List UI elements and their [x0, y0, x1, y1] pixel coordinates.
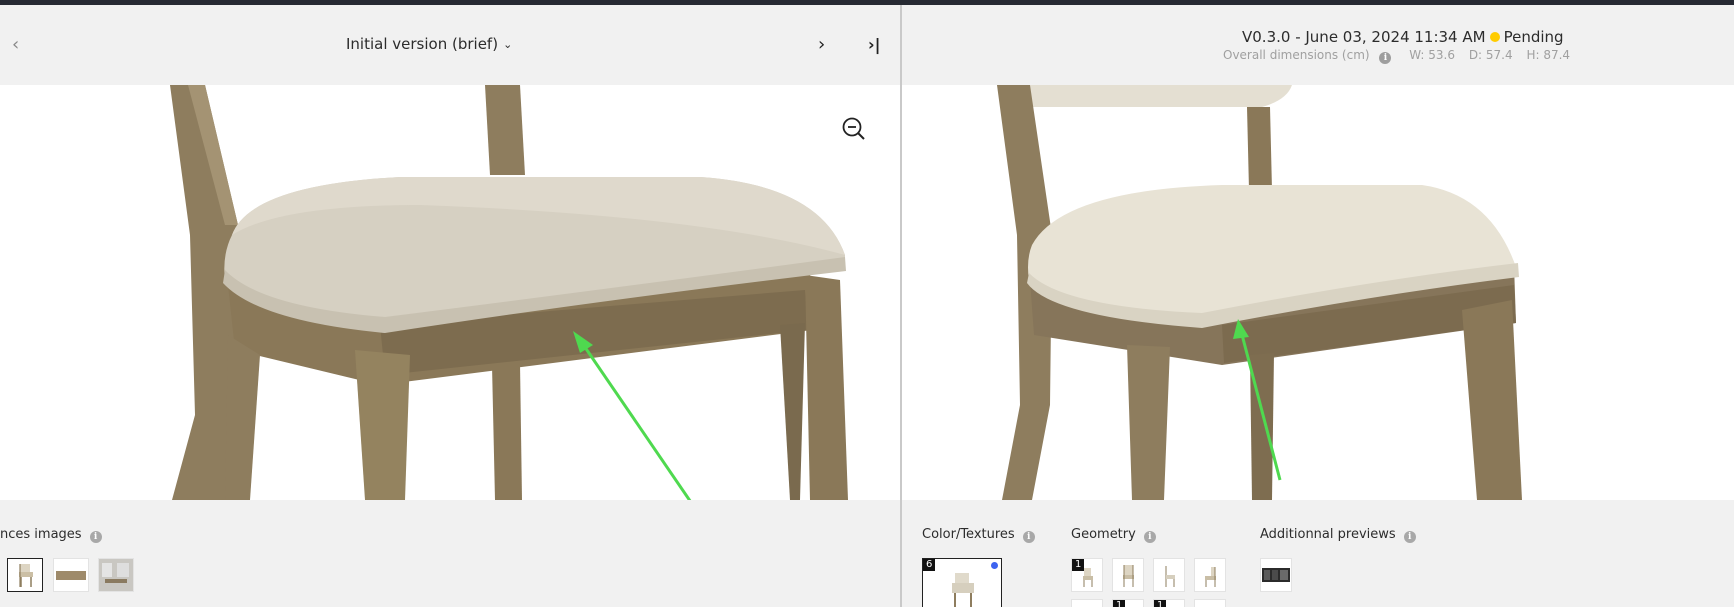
color-texture-thumbnail[interactable]: 6 — [922, 558, 1002, 607]
status-badge: Pending — [1503, 28, 1564, 46]
version-dropdown-label: Initial version (brief) — [346, 35, 499, 53]
version-text: V0.3.0 - June 03, 2024 11:34 AM — [1242, 28, 1486, 46]
color-count-badge: 6 — [923, 559, 936, 571]
selected-indicator — [991, 562, 998, 569]
zoom-out-icon[interactable] — [840, 115, 868, 143]
geometry-thumbnail[interactable] — [1194, 558, 1226, 592]
geometry-thumbnail[interactable] — [1194, 599, 1226, 607]
reference-thumbnail-chair[interactable] — [7, 558, 43, 592]
dimensions-label: Overall dimensions (cm) — [1223, 48, 1370, 62]
geometry-thumbnail[interactable] — [1153, 558, 1185, 592]
info-icon[interactable]: i — [89, 531, 102, 543]
status-dot — [1489, 32, 1500, 42]
geometry-badge: 1 — [1113, 600, 1126, 607]
info-icon[interactable]: i — [1022, 531, 1035, 543]
additional-previews-text: Additionnal previews — [1260, 527, 1396, 542]
color-textures-text: Color/Textures — [922, 527, 1015, 542]
right-comparison-pane: V0.3.0 - June 03, 2024 11:34 AM Pending O… — [902, 5, 1734, 607]
info-icon[interactable]: i — [1403, 531, 1416, 543]
geometry-text: Geometry — [1071, 527, 1136, 542]
skip-to-end-icon[interactable]: ›| — [868, 35, 880, 54]
left-comparison-pane: ‹ Initial version (brief) ⌄ › ›| nces im… — [0, 5, 900, 607]
info-icon[interactable]: i — [1379, 52, 1392, 64]
geometry-thumbnail[interactable] — [1112, 558, 1144, 592]
geometry-thumbnail[interactable]: 1 — [1153, 599, 1185, 607]
geometry-label: Geometry i — [1071, 527, 1156, 543]
dimensions-info: Overall dimensions (cm) i W: 53.6 D: 57.… — [1223, 48, 1570, 64]
geometry-thumbnail[interactable]: 1 — [1071, 558, 1103, 592]
additional-preview-thumbnail[interactable] — [1260, 558, 1292, 592]
geometry-thumbnail[interactable]: 1 — [1112, 599, 1144, 607]
color-textures-label: Color/Textures i — [922, 527, 1035, 543]
geometry-badge: 1 — [1072, 559, 1085, 571]
geometry-thumbnail[interactable] — [1071, 599, 1103, 607]
reference-images-text: nces images — [0, 527, 82, 542]
chevron-down-icon: ⌄ — [503, 38, 513, 51]
chevron-right-icon[interactable]: › — [818, 34, 825, 55]
version-info: V0.3.0 - June 03, 2024 11:34 AM Pending — [1242, 28, 1564, 46]
reference-thumbnail-wood[interactable] — [53, 558, 89, 592]
depth-value: D: 57.4 — [1468, 48, 1513, 62]
reference-images-label: nces images i — [0, 527, 102, 543]
right-chair-render — [902, 85, 1734, 500]
additional-previews-label: Additionnal previews i — [1260, 527, 1416, 543]
chevron-left-icon[interactable]: ‹ — [12, 34, 19, 55]
info-icon[interactable]: i — [1143, 531, 1156, 543]
left-chair-image — [0, 85, 900, 500]
height-value: H: 87.4 — [1526, 48, 1571, 62]
geometry-badge: 1 — [1154, 600, 1167, 607]
reference-thumbnail-room[interactable] — [98, 558, 134, 592]
width-value: W: 53.6 — [1409, 48, 1455, 62]
version-dropdown[interactable]: Initial version (brief) ⌄ — [346, 35, 512, 53]
